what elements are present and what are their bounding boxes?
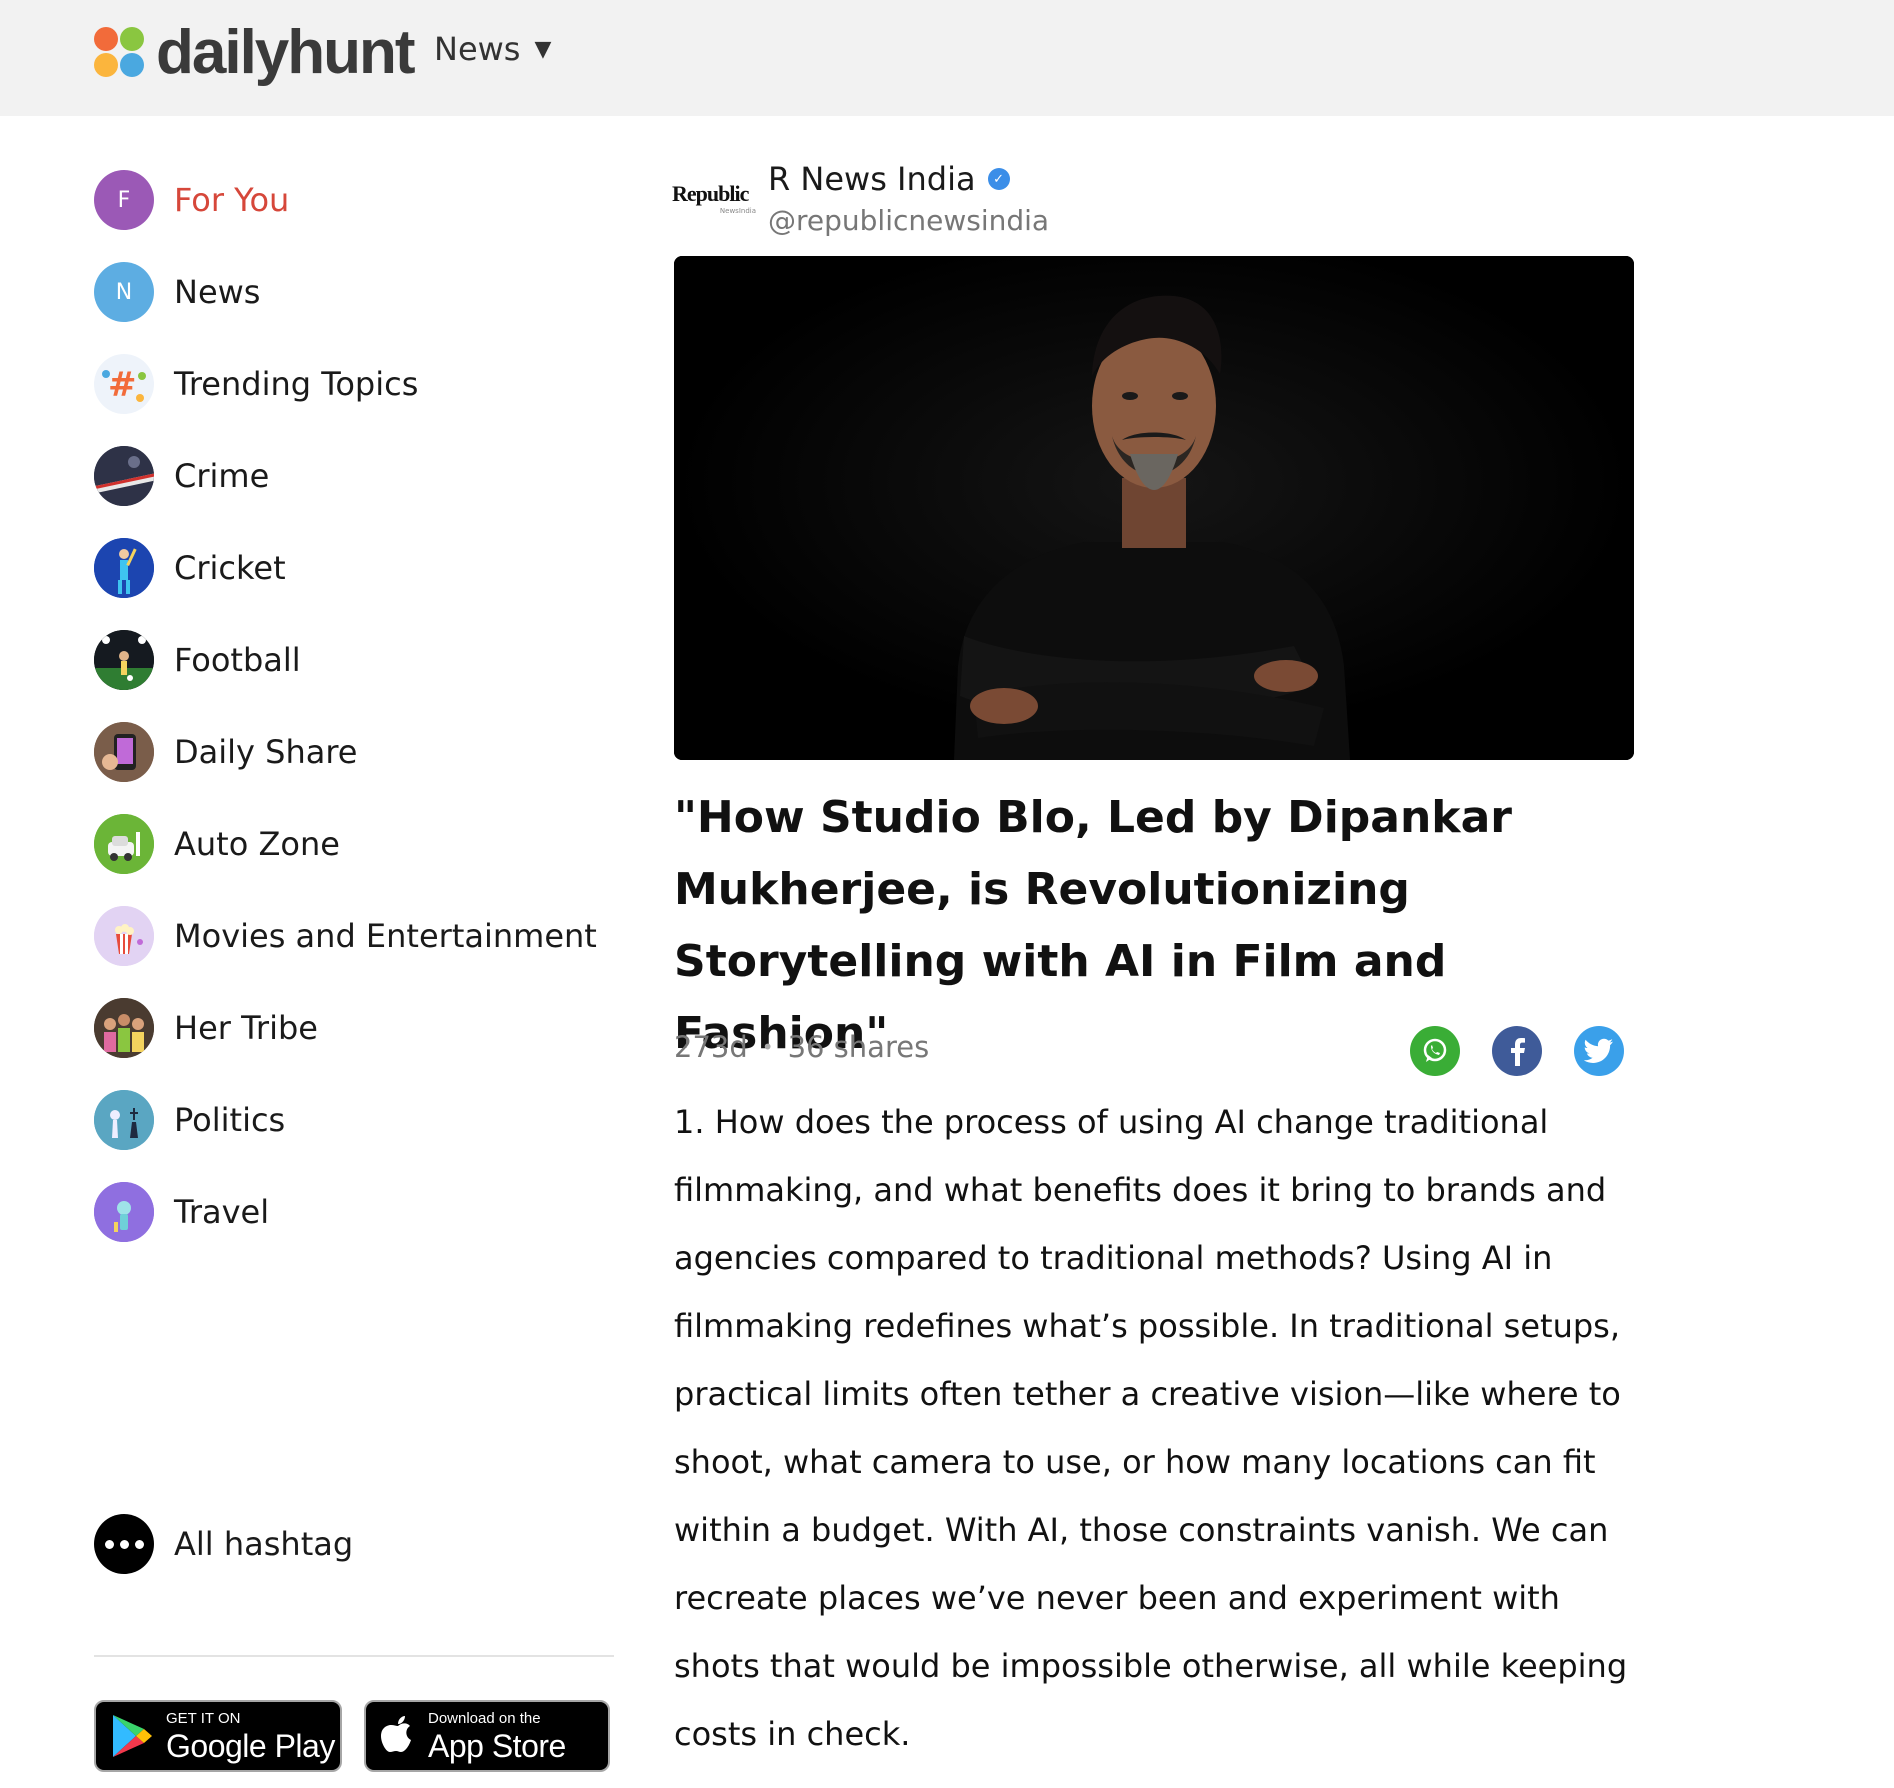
dailyhunt-logo[interactable]: dailyhunt	[94, 14, 416, 90]
sidebar-item-crime[interactable]: Crime	[94, 430, 614, 522]
travel-icon	[94, 1182, 154, 1242]
svg-text:#: #	[108, 365, 137, 405]
sidebar-item-label: Daily Share	[174, 733, 358, 771]
sidebar-item-politics[interactable]: Politics	[94, 1074, 614, 1166]
app-store-big-text: App Store	[428, 1727, 566, 1764]
twitter-bird-icon	[1584, 1038, 1613, 1063]
her-tribe-group-icon	[94, 998, 154, 1058]
auto-zone-car-icon	[94, 814, 154, 874]
all-hashtag-label: All hashtag	[174, 1525, 354, 1563]
sidebar-item-her-tribe[interactable]: Her Tribe	[94, 982, 614, 1074]
caret-down-icon: ▼	[534, 36, 552, 62]
publisher-header[interactable]: Republic NewsIndia R News India ✓ @repub…	[672, 160, 1049, 237]
google-play-small-text: GET IT ON	[166, 1709, 241, 1727]
for-you-letter-icon: F	[94, 170, 154, 230]
twitter-share-button[interactable]	[1574, 1026, 1624, 1076]
sidebar-item-news[interactable]: N News	[94, 246, 614, 338]
sidebar-item-label: For You	[174, 181, 290, 219]
whatsapp-icon	[1423, 1038, 1447, 1062]
publisher-name: R News India	[768, 160, 976, 198]
sidebar-item-label: Movies and Entertainment	[174, 917, 597, 955]
article-meta: 273d • 36 shares	[674, 1030, 929, 1064]
store-badges: GET IT ON Google Play Download on the Ap…	[94, 1700, 610, 1772]
sidebar-item-travel[interactable]: Travel	[94, 1166, 614, 1258]
facebook-icon	[1511, 1038, 1525, 1066]
whatsapp-share-button[interactable]	[1410, 1026, 1460, 1076]
verified-check-icon: ✓	[987, 168, 1010, 190]
sidebar-item-label: Auto Zone	[174, 825, 340, 863]
google-play-badge[interactable]: GET IT ON Google Play	[94, 1700, 342, 1772]
football-stadium-icon	[94, 630, 154, 690]
sidebar-divider	[94, 1655, 614, 1657]
sidebar-item-cricket[interactable]: Cricket	[94, 522, 614, 614]
sidebar-item-label: Trending Topics	[174, 365, 419, 403]
more-dots-icon	[94, 1514, 154, 1574]
politics-chess-icon	[94, 1090, 154, 1150]
article-hero-image	[674, 256, 1634, 760]
news-dropdown[interactable]: News ▼	[434, 30, 551, 68]
google-play-big-text: Google Play	[166, 1727, 335, 1764]
share-buttons	[1410, 1026, 1624, 1076]
sidebar-item-auto-zone[interactable]: Auto Zone	[94, 798, 614, 890]
article-body: 1. How does the process of using AI chan…	[674, 1103, 1628, 1753]
sidebar-item-for-you[interactable]: F For You	[94, 154, 614, 246]
sidebar-item-daily-share[interactable]: Daily Share	[94, 706, 614, 798]
cricket-player-icon	[94, 538, 154, 598]
publisher-handle: @republicnewsindia	[768, 204, 1050, 237]
apple-icon	[381, 1716, 411, 1752]
trending-hashtag-icon: #	[94, 354, 154, 414]
article-shares: 36 shares	[787, 1030, 930, 1064]
sidebar-item-label: Cricket	[174, 549, 286, 587]
publisher-logo-text: Republic	[672, 181, 749, 206]
separator-dot: •	[761, 1035, 774, 1059]
sidebar-item-label: Crime	[174, 457, 270, 495]
google-play-icon	[113, 1715, 152, 1757]
top-bar: dailyhunt News ▼	[0, 0, 1894, 116]
sidebar-item-movies-and-entertainment[interactable]: Movies and Entertainment	[94, 890, 614, 982]
logo-text: dailyhunt	[156, 17, 416, 87]
news-dropdown-label: News	[434, 30, 521, 68]
publisher-logo: Republic NewsIndia	[672, 174, 756, 222]
publisher-logo-subtext: NewsIndia	[719, 207, 756, 215]
crime-tape-icon	[94, 446, 154, 506]
app-store-badge[interactable]: Download on the App Store	[364, 1700, 610, 1772]
article-age: 273d	[674, 1030, 748, 1064]
sidebar-item-label: Her Tribe	[174, 1009, 318, 1047]
daily-share-phone-icon	[94, 722, 154, 782]
sidebar-item-label: Travel	[174, 1193, 270, 1231]
app-store-small-text: Download on the	[428, 1709, 541, 1727]
logo-mark-icon	[94, 25, 148, 79]
facebook-share-button[interactable]	[1492, 1026, 1542, 1076]
sidebar-nav: F For You N News # Trending Topics Crime…	[94, 154, 614, 1258]
news-letter-icon: N	[94, 262, 154, 322]
movies-popcorn-icon	[94, 906, 154, 966]
sidebar-item-trending-topics[interactable]: # Trending Topics	[94, 338, 614, 430]
sidebar-item-label: News	[174, 273, 261, 311]
sidebar-item-label: Politics	[174, 1101, 286, 1139]
sidebar-item-label: Football	[174, 641, 301, 679]
sidebar-item-football[interactable]: Football	[94, 614, 614, 706]
all-hashtag-link[interactable]: All hashtag	[94, 1514, 353, 1574]
